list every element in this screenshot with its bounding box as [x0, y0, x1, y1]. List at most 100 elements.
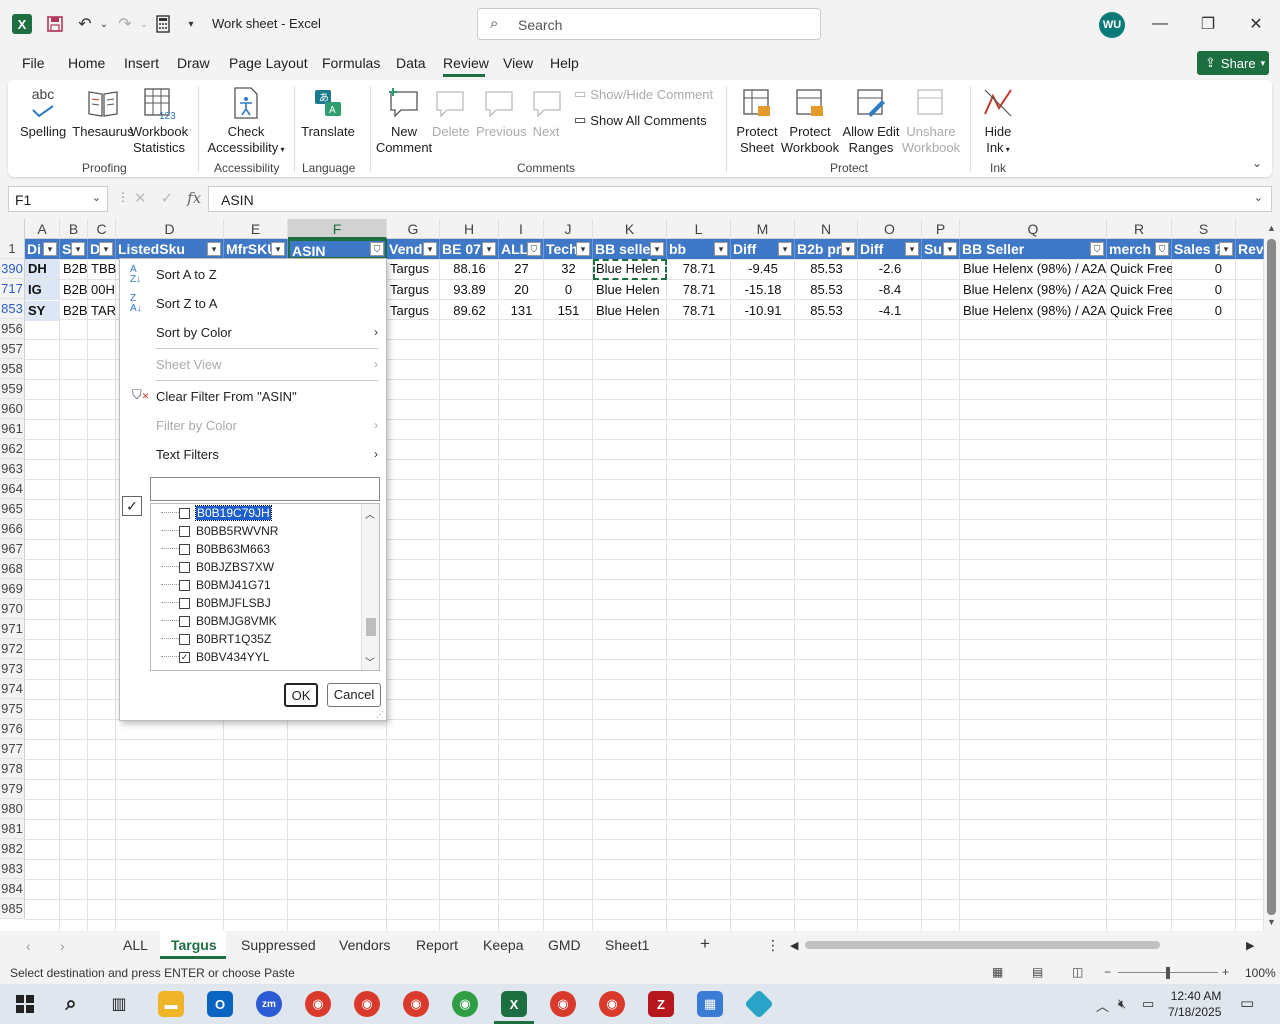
row-header[interactable]: 963	[0, 459, 25, 479]
row-header[interactable]: 958	[0, 359, 25, 379]
scroll-left-icon[interactable]: ◀	[790, 939, 798, 952]
filter-value-item[interactable]: B0BMJFLSBJ	[151, 594, 271, 612]
filter-applied-icon[interactable]: ⛉	[370, 242, 384, 256]
filter-dropdown-icon[interactable]: ▾	[905, 242, 919, 256]
sheet-tab-sheet1[interactable]: Sheet1	[605, 937, 649, 953]
page-break-preview-icon[interactable]: ◫	[1072, 965, 1088, 979]
sheet-tab-report[interactable]: Report	[416, 937, 458, 953]
column-header-p[interactable]: P	[922, 219, 960, 239]
outlook-icon[interactable]: O	[207, 991, 233, 1017]
cancel-entry-icon[interactable]: ✕	[134, 189, 147, 207]
show-all-comments-button[interactable]: ▭ Show All Comments	[574, 112, 707, 128]
column-header-h[interactable]: H	[440, 219, 499, 239]
scroll-down-icon[interactable]: ▼	[1267, 917, 1276, 927]
column-header-o[interactable]: O	[858, 219, 922, 239]
table-cell[interactable]: Blue Helen	[593, 301, 667, 321]
row-header[interactable]: 973	[0, 659, 25, 679]
show-hidden-icons-icon[interactable]: ︿	[1096, 996, 1109, 1015]
row-header[interactable]: 972	[0, 639, 25, 659]
more-sheets-icon[interactable]: ⋮	[766, 937, 780, 954]
clear-filter[interactable]: Clear Filter From "ASIN"	[156, 389, 297, 404]
filter-dropdown-icon[interactable]: ▾	[650, 242, 664, 256]
normal-view-icon[interactable]: ▦	[992, 965, 1008, 979]
filter-dropdown-icon[interactable]: ▾	[71, 242, 85, 256]
menu-home[interactable]: Home	[68, 55, 105, 71]
menu-help[interactable]: Help	[550, 55, 579, 71]
table-cell[interactable]: B2B	[60, 301, 88, 321]
checkbox-unchecked-icon[interactable]	[179, 525, 190, 537]
row-header[interactable]: 959	[0, 379, 25, 399]
windows-start-icon[interactable]	[12, 991, 38, 1017]
scroll-up-icon[interactable]: ▲	[1267, 223, 1276, 233]
filter-value-item[interactable]: B0B19C79JH	[151, 504, 272, 522]
sheet-tab-gmd[interactable]: GMD	[548, 937, 581, 953]
chrome-icon[interactable]: ◉	[550, 991, 576, 1017]
row-header[interactable]: 964	[0, 479, 25, 499]
filter-dropdown-icon[interactable]: ▾	[778, 242, 792, 256]
table-cell[interactable]: Quick Free	[1107, 259, 1172, 279]
text-filters[interactable]: Text Filters	[156, 447, 219, 462]
excel-taskbar-icon[interactable]: X	[501, 991, 527, 1017]
customize-toolbar-icon[interactable]: ▾	[180, 13, 202, 35]
system-clock[interactable]: 12:40 AM 7/18/2025	[1168, 988, 1221, 1020]
table-cell[interactable]: 78.71	[667, 259, 731, 279]
filter-applied-icon[interactable]: ⛉	[1155, 242, 1169, 256]
column-header-a[interactable]: A	[25, 219, 60, 239]
menu-insert[interactable]: Insert	[124, 55, 159, 71]
sort-a-to-z[interactable]: Sort A to Z	[156, 267, 217, 282]
table-cell[interactable]: -2.6	[858, 259, 922, 279]
horizontal-scroll-thumb[interactable]	[805, 941, 1160, 949]
cancel-button[interactable]: Cancel	[327, 683, 381, 707]
unshare-workbook-button[interactable]: Unshare Workbook	[898, 86, 964, 156]
sheet-tab-all[interactable]: ALL	[123, 937, 148, 953]
table-cell[interactable]: TBB	[88, 259, 116, 279]
save-icon[interactable]	[44, 13, 66, 35]
row-header[interactable]: 978	[0, 759, 25, 779]
filter-list-scrollbar[interactable]: ︿ ﹀	[361, 504, 379, 670]
filter-dropdown-icon[interactable]: ▾	[841, 242, 855, 256]
row-header[interactable]: 970	[0, 599, 25, 619]
menu-page-layout[interactable]: Page Layout	[229, 55, 308, 71]
checkbox-unchecked-icon[interactable]	[179, 561, 190, 573]
row-header[interactable]: 965	[0, 499, 25, 519]
checkbox-unchecked-icon[interactable]	[179, 597, 190, 609]
calculator-icon[interactable]	[152, 13, 174, 35]
user-avatar[interactable]: WU	[1099, 12, 1125, 38]
add-sheet-icon[interactable]: +	[700, 934, 710, 954]
sheet-tab-keepa[interactable]: Keepa	[483, 937, 523, 953]
insert-function-icon[interactable]: fx	[187, 189, 201, 207]
scroll-right-icon[interactable]: ▶	[1246, 939, 1254, 952]
table-cell[interactable]: -15.18	[731, 280, 795, 300]
filter-list-scroll-thumb[interactable]	[366, 618, 376, 636]
table-cell[interactable]	[922, 259, 960, 279]
column-header-e[interactable]: E	[224, 219, 288, 239]
row-header[interactable]: 962	[0, 439, 25, 459]
table-cell[interactable]: Blue Helenx (98%) / A2A	[960, 259, 1107, 279]
row-header[interactable]: 717	[0, 279, 25, 299]
table-cell[interactable]: 0	[1172, 301, 1236, 321]
show-hide-comment-button[interactable]: ▭ Show/Hide Comment	[574, 86, 713, 102]
table-cell[interactable]: 151	[544, 301, 593, 321]
row-header[interactable]: 966	[0, 519, 25, 539]
chrome-icon[interactable]: ◉	[354, 991, 380, 1017]
table-cell[interactable]: Blue Helen	[593, 280, 667, 300]
checkbox-unchecked-icon[interactable]	[179, 633, 190, 645]
checkbox-unchecked-icon[interactable]	[179, 507, 190, 519]
table-cell[interactable]: 93.89	[440, 280, 499, 300]
undo-dropdown-icon[interactable]: ⌄	[93, 13, 115, 35]
row-header[interactable]: 976	[0, 719, 25, 739]
ok-button[interactable]: OK	[284, 683, 318, 707]
row-header[interactable]: 980	[0, 799, 25, 819]
menu-draw[interactable]: Draw	[177, 55, 210, 71]
column-header-d[interactable]: D	[116, 219, 224, 239]
spelling-button[interactable]: abc Spelling	[20, 86, 66, 140]
table-cell[interactable]: 89.62	[440, 301, 499, 321]
search-icon[interactable]: ⌕	[58, 991, 84, 1017]
filter-values-list[interactable]: B0B19C79JH B0BB5RWVNR B0BB63M663 B0BJZBS7XW…	[150, 503, 380, 671]
filter-value-item[interactable]: B0BB5RWVNR	[151, 522, 278, 540]
table-cell[interactable]: Quick Free	[1107, 301, 1172, 321]
vertical-scrollbar[interactable]: ▲ ▼	[1264, 219, 1280, 931]
page-layout-view-icon[interactable]: ▤	[1032, 965, 1048, 979]
column-header-c[interactable]: C	[88, 219, 116, 239]
table-cell[interactable]: -8.4	[858, 280, 922, 300]
